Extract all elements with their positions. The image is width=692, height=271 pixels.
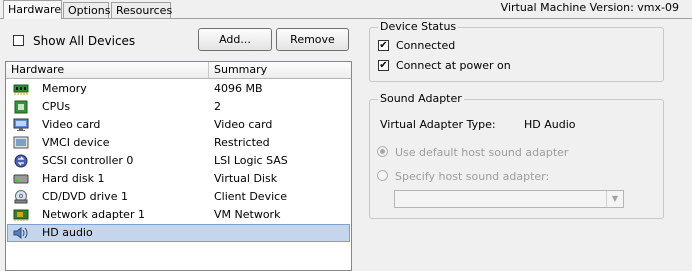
use-default-host-adapter-label: Use default host sound adapter xyxy=(395,146,569,159)
hardware-name: Video card xyxy=(42,118,101,131)
hardware-list[interactable]: Hardware Summary Memory 4096 MB CPUs 2 V… xyxy=(5,61,352,271)
cpu-icon xyxy=(13,100,29,114)
vmci-icon xyxy=(13,136,29,150)
hardware-name: Memory xyxy=(42,82,87,95)
memory-icon xyxy=(13,82,29,96)
hardware-row-hard-disk[interactable]: Hard disk 1 Virtual Disk xyxy=(7,170,350,188)
add-button[interactable]: Add... xyxy=(198,28,272,51)
hardware-name: SCSI controller 0 xyxy=(42,154,134,167)
show-all-devices-label: Show All Devices xyxy=(33,34,136,48)
hardware-row-vmci-device[interactable]: VMCI device Restricted xyxy=(7,134,350,152)
cd-dvd-icon xyxy=(13,190,29,204)
virtual-adapter-type-value: HD Audio xyxy=(524,118,576,131)
hardware-summary: Restricted xyxy=(214,136,270,149)
hardware-name: Hard disk 1 xyxy=(42,172,105,185)
hardware-name: Network adapter 1 xyxy=(42,208,145,221)
chevron-down-icon: ▼ xyxy=(606,191,623,207)
hardware-row-memory[interactable]: Memory 4096 MB xyxy=(7,80,350,98)
specify-host-adapter-radio[interactable] xyxy=(377,170,388,181)
hardware-summary: Client Device xyxy=(214,190,287,203)
column-header-summary[interactable]: Summary xyxy=(209,62,349,78)
hardware-row-scsi-controller[interactable]: SCSI controller 0 LSI Logic SAS xyxy=(7,152,350,170)
host-sound-adapter-select[interactable]: ▼ xyxy=(394,190,624,208)
hardware-list-header: Hardware Summary xyxy=(6,62,351,79)
connect-at-power-on-checkbox[interactable]: ✔ xyxy=(378,60,389,71)
hardware-name: CD/DVD drive 1 xyxy=(42,190,128,203)
virtual-adapter-type-label: Virtual Adapter Type: xyxy=(380,118,496,131)
tab-divider xyxy=(0,18,692,19)
use-default-host-adapter-radio[interactable] xyxy=(377,146,388,157)
hard-disk-icon xyxy=(13,172,29,186)
device-status-title: Device Status xyxy=(378,20,459,34)
column-header-hardware[interactable]: Hardware xyxy=(6,62,209,78)
hardware-row-cd-dvd-drive[interactable]: CD/DVD drive 1 Client Device xyxy=(7,188,350,206)
sound-adapter-title: Sound Adapter xyxy=(378,92,464,106)
vm-version-label: Virtual Machine Version: vmx-09 xyxy=(500,1,679,14)
device-status-group: Device Status xyxy=(369,20,664,82)
hardware-row-hd-audio[interactable]: HD audio xyxy=(7,224,350,242)
tab-resources[interactable]: Resources xyxy=(111,2,172,18)
hardware-summary: 2 xyxy=(214,100,221,113)
speaker-icon xyxy=(13,226,29,240)
connected-label: Connected xyxy=(396,39,456,52)
hardware-summary: Video card xyxy=(214,118,273,131)
hardware-name: HD audio xyxy=(42,226,93,239)
hardware-row-network-adapter[interactable]: Network adapter 1 VM Network xyxy=(7,206,350,224)
connected-checkbox[interactable]: ✔ xyxy=(378,40,389,51)
tab-hardware[interactable]: Hardware xyxy=(3,0,62,19)
network-icon xyxy=(13,208,29,222)
show-all-devices-checkbox[interactable] xyxy=(13,35,24,46)
hardware-name: CPUs xyxy=(42,100,71,113)
monitor-icon xyxy=(13,118,29,132)
hardware-row-cpus[interactable]: CPUs 2 xyxy=(7,98,350,116)
hardware-row-video-card[interactable]: Video card Video card xyxy=(7,116,350,134)
hardware-summary: LSI Logic SAS xyxy=(214,154,288,167)
hardware-summary: 4096 MB xyxy=(214,82,263,95)
connect-at-power-on-label: Connect at power on xyxy=(396,59,511,72)
hardware-summary: VM Network xyxy=(214,208,281,221)
specify-host-adapter-label: Specify host sound adapter: xyxy=(395,170,550,183)
tab-options[interactable]: Options xyxy=(63,2,110,18)
hardware-name: VMCI device xyxy=(42,136,110,149)
remove-button[interactable]: Remove xyxy=(276,28,349,51)
tab-bar: Hardware Options Resources Virtual Machi… xyxy=(0,0,692,19)
scsi-icon xyxy=(13,154,29,168)
hardware-summary: Virtual Disk xyxy=(214,172,278,185)
